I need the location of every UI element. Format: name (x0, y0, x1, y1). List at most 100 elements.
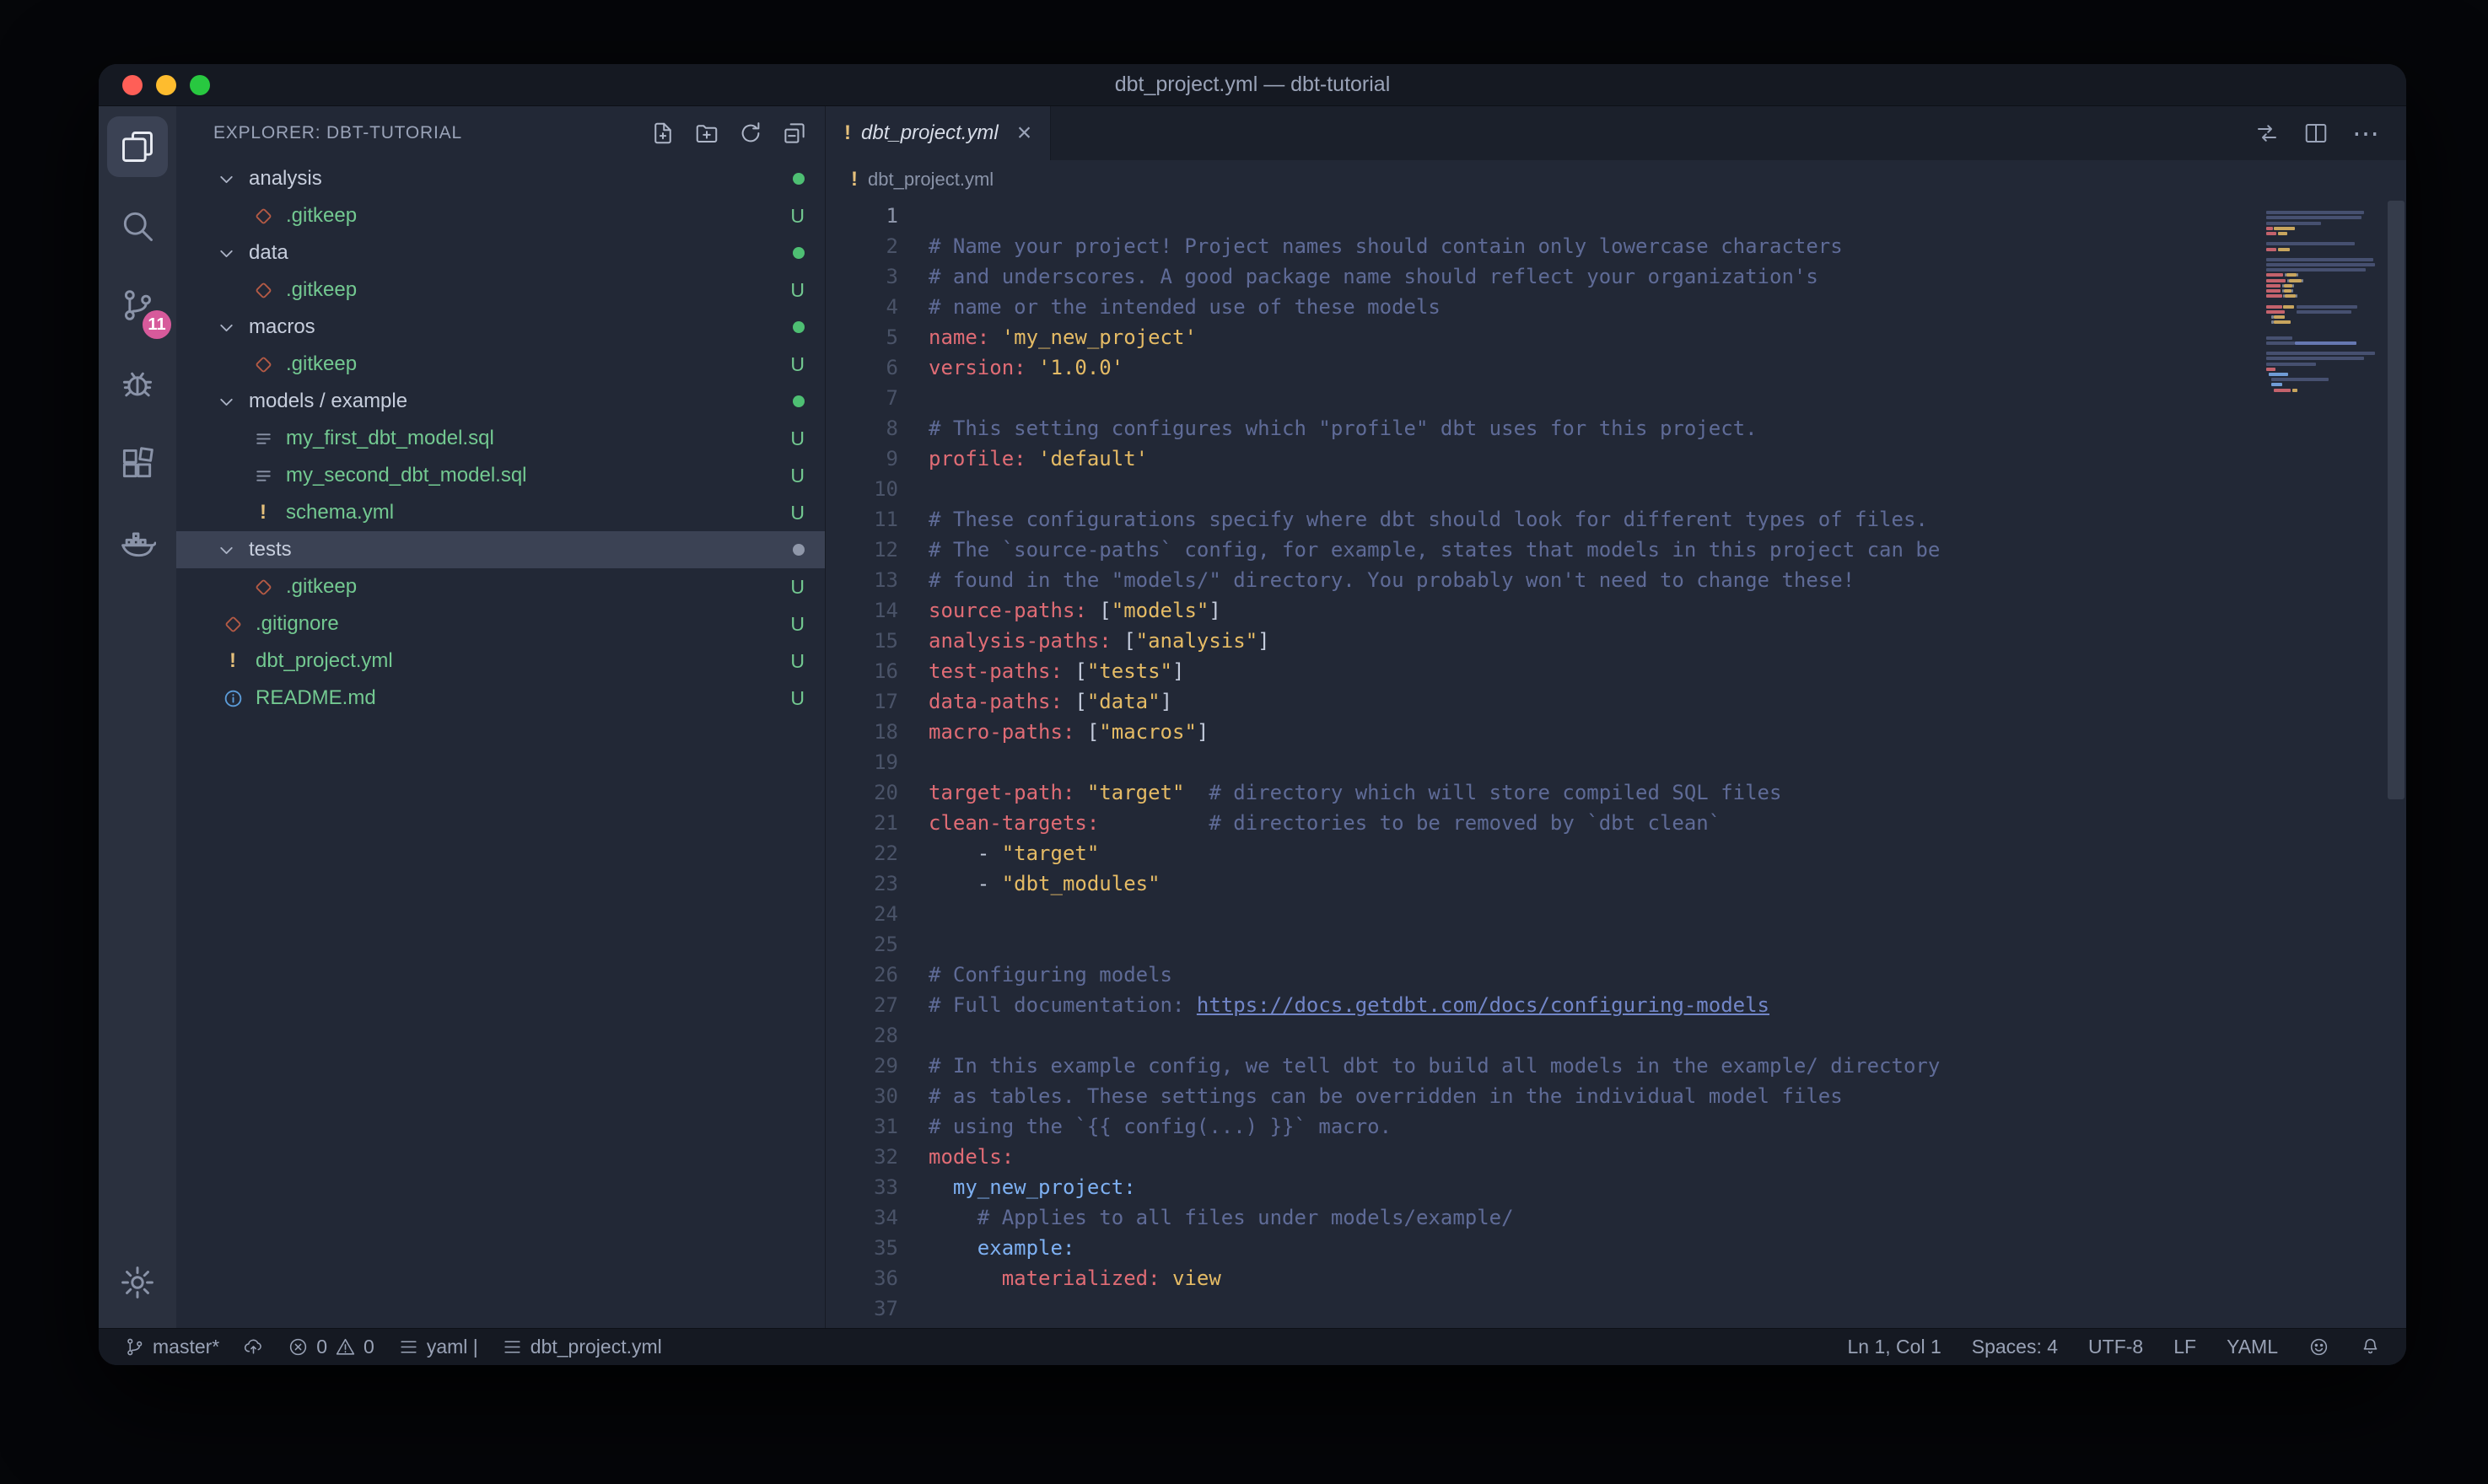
yaml-file-icon: ! (250, 501, 276, 524)
yaml-language-status[interactable]: yaml | (398, 1336, 478, 1358)
git-status-badge: U (790, 279, 805, 302)
more-actions-icon[interactable]: ⋯ (2352, 117, 2381, 149)
problems-status[interactable]: 0 0 (288, 1336, 374, 1358)
file-gitignore[interactable]: .gitignore U (176, 605, 825, 643)
git-status-badge: U (790, 613, 805, 636)
git-status-badge: U (790, 427, 805, 450)
eol-status[interactable]: LF (2173, 1336, 2196, 1358)
branch-status[interactable]: master* (124, 1336, 219, 1358)
files-icon (119, 128, 156, 165)
file-tree: analysis .gitkeep Udata .gitkeep Umacros .git… (176, 160, 825, 1328)
refresh-icon[interactable] (737, 120, 764, 147)
open-changes-icon[interactable] (2254, 121, 2280, 146)
tree-item-label: .gitignore (256, 612, 778, 636)
git-file-icon (220, 614, 245, 635)
error-icon (288, 1336, 309, 1358)
sql-file-icon (250, 428, 276, 449)
activity-run-debug[interactable] (107, 354, 168, 415)
folder-analysis[interactable]: analysis (176, 160, 825, 197)
activity-explorer[interactable] (107, 116, 168, 177)
warning-icon (335, 1336, 356, 1358)
activity-source-control[interactable]: 11 (107, 275, 168, 336)
tab-bar: ! dbt_project.yml × ⋯ (826, 106, 2406, 160)
chevron-down-icon (213, 391, 239, 412)
tree-item-label: analysis (249, 167, 781, 191)
zoom-window-button[interactable] (190, 75, 210, 95)
chevron-down-icon (213, 169, 239, 190)
git-file-icon (250, 280, 276, 301)
tab-close-icon[interactable]: × (1017, 121, 1032, 146)
code-content[interactable]: # Name your project! Project names shoul… (898, 199, 2265, 1328)
folder-status-dot (793, 321, 805, 333)
publish-button[interactable] (243, 1336, 264, 1358)
folder-macros[interactable]: macros (176, 309, 825, 346)
tab-dbt-project-yml[interactable]: ! dbt_project.yml × (826, 106, 1051, 160)
git-status-badge: U (790, 576, 805, 599)
indentation-status[interactable]: Spaces: 4 (1972, 1336, 2058, 1358)
git-file-icon (250, 354, 276, 375)
file-my-second-dbt-model-sql[interactable]: my_second_dbt_model.sqlU (176, 457, 825, 494)
tree-item-label: dbt_project.yml (256, 649, 778, 673)
activity-settings[interactable] (107, 1252, 168, 1313)
folder-tests[interactable]: tests (176, 531, 825, 568)
list-icon (398, 1336, 419, 1358)
folder-data[interactable]: data (176, 234, 825, 272)
breadcrumb-label: dbt_project.yml (868, 169, 994, 191)
breadcrumb[interactable]: ! dbt_project.yml (826, 160, 2406, 199)
window-title: dbt_project.yml — dbt-tutorial (1115, 73, 1391, 97)
file-dbt-project-yml[interactable]: !dbt_project.ymlU (176, 643, 825, 680)
new-folder-icon[interactable] (693, 120, 720, 147)
language-mode[interactable]: YAML (2227, 1336, 2278, 1358)
git-status-badge: U (790, 353, 805, 376)
activity-docker[interactable] (107, 513, 168, 573)
minimap[interactable] (2265, 199, 2399, 1328)
file-gitkeep[interactable]: .gitkeepU (176, 346, 825, 383)
activity-extensions[interactable] (107, 433, 168, 494)
new-file-icon[interactable] (649, 120, 676, 147)
collapse-all-icon[interactable] (781, 120, 808, 147)
folder-status-dot (793, 247, 805, 259)
split-editor-icon[interactable] (2303, 121, 2329, 146)
tree-item-label: macros (249, 315, 781, 339)
folder-models-example[interactable]: models / example (176, 383, 825, 420)
close-window-button[interactable] (122, 75, 143, 95)
active-file-status[interactable]: dbt_project.yml (502, 1336, 662, 1358)
activity-bar: 11 (99, 106, 176, 1328)
tree-item-label: data (249, 241, 781, 265)
git-branch-icon (124, 1336, 145, 1358)
git-status-badge: U (790, 205, 805, 228)
activity-search[interactable] (107, 196, 168, 256)
list-icon (502, 1336, 523, 1358)
tab-label: dbt_project.yml (861, 121, 999, 145)
editor-group: ! dbt_project.yml × ⋯ ! dbt_project.yml (826, 106, 2406, 1328)
minimize-window-button[interactable] (156, 75, 176, 95)
vscode-window: dbt_project.yml — dbt-tutorial 11 (99, 64, 2406, 1365)
tree-item-label: .gitkeep (286, 575, 778, 599)
notifications-bell-icon[interactable] (2360, 1336, 2381, 1358)
vertical-scrollbar[interactable] (2388, 201, 2405, 799)
file-gitkeep[interactable]: .gitkeep U (176, 272, 825, 309)
file-readme-md[interactable]: README.mdU (176, 680, 825, 717)
file-schema-yml[interactable]: !schema.ymlU (176, 494, 825, 531)
file-gitkeep[interactable]: .gitkeepU (176, 197, 825, 234)
gear-icon (119, 1264, 156, 1301)
sql-file-icon (250, 465, 276, 487)
folder-status-dot (793, 544, 805, 556)
tree-item-label: .gitkeep (286, 278, 778, 302)
title-bar: dbt_project.yml — dbt-tutorial (99, 64, 2406, 106)
file-gitkeep[interactable]: .gitkeep U (176, 568, 825, 605)
feedback-smiley-icon[interactable] (2308, 1336, 2329, 1358)
chevron-down-icon (213, 243, 239, 264)
cloud-upload-icon (243, 1336, 264, 1358)
git-file-icon (250, 206, 276, 227)
chevron-down-icon (213, 317, 239, 338)
traffic-lights (122, 64, 210, 105)
bug-icon (119, 366, 156, 403)
extensions-icon (119, 445, 156, 482)
encoding-status[interactable]: UTF-8 (2088, 1336, 2143, 1358)
explorer-sidebar: EXPLORER: DBT-TUTORIAL analys (176, 106, 826, 1328)
explorer-header: EXPLORER: DBT-TUTORIAL (176, 106, 825, 160)
cursor-position[interactable]: Ln 1, Col 1 (1848, 1336, 1941, 1358)
scm-badge: 11 (143, 310, 171, 339)
file-my-first-dbt-model-sql[interactable]: my_first_dbt_model.sqlU (176, 420, 825, 457)
